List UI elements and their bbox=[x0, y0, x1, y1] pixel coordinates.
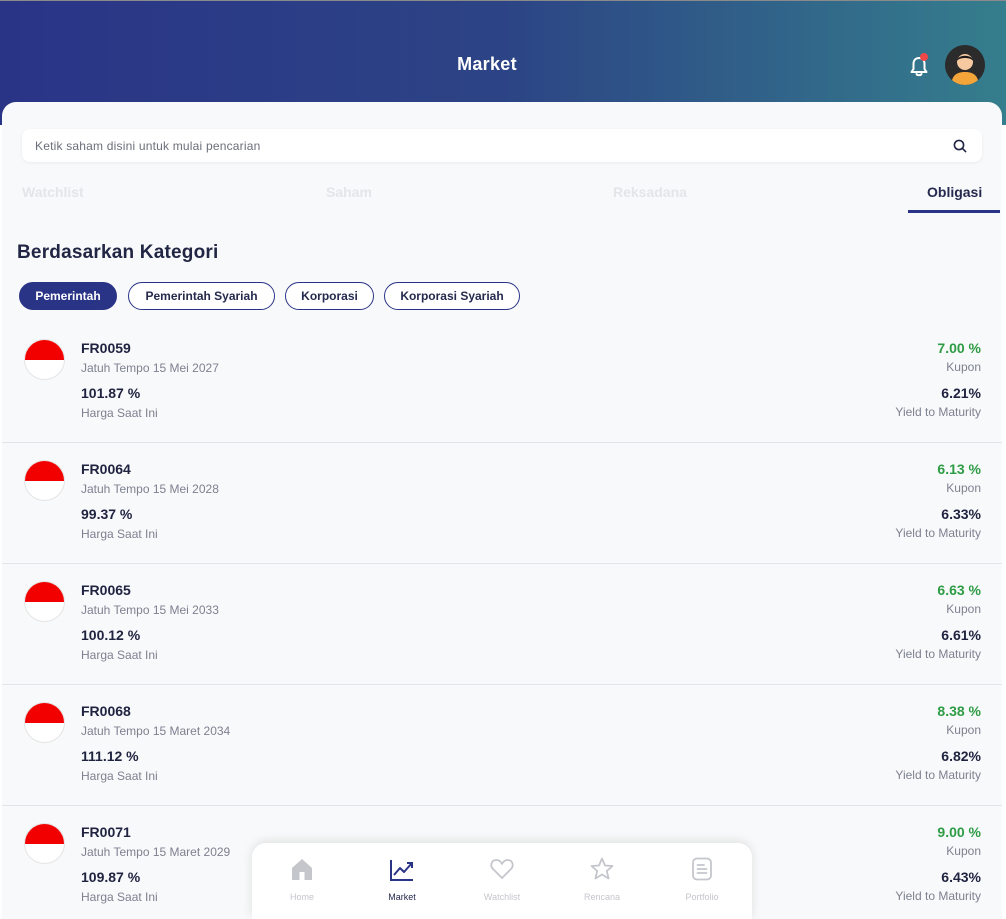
bond-coupon: 6.13 % bbox=[937, 461, 981, 477]
nav-rencana-label: Rencana bbox=[583, 892, 621, 902]
document-icon bbox=[692, 857, 712, 881]
indonesia-flag-icon bbox=[24, 581, 65, 622]
bond-maturity: Jatuh Tempo 15 Mei 2033 bbox=[81, 603, 219, 617]
bond-ytm: 6.82% bbox=[941, 748, 981, 764]
category-chip-pemerintah-syariah[interactable]: Pemerintah Syariah bbox=[128, 282, 275, 310]
bond-price-label: Harga Saat Ini bbox=[81, 890, 158, 904]
bond-price-label: Harga Saat Ini bbox=[81, 769, 158, 783]
bond-price: 109.87 % bbox=[81, 869, 141, 885]
bond-coupon-label: Kupon bbox=[946, 844, 981, 858]
indonesia-flag-icon bbox=[24, 823, 65, 864]
bond-price: 99.37 % bbox=[81, 506, 133, 522]
indonesia-flag-icon bbox=[24, 702, 65, 743]
tab-saham[interactable]: Saham bbox=[326, 184, 372, 200]
indonesia-flag-icon bbox=[24, 460, 65, 501]
bond-ytm: 6.43% bbox=[941, 869, 981, 885]
page-title: Market bbox=[457, 54, 517, 74]
bond-row[interactable]: FR0068 Jatuh Tempo 15 Maret 2034 111.12 … bbox=[2, 685, 1002, 806]
bond-ytm-label: Yield to Maturity bbox=[895, 889, 981, 903]
tab-obligasi[interactable]: Obligasi bbox=[927, 184, 982, 200]
indonesia-flag-icon bbox=[24, 339, 65, 380]
bond-maturity: Jatuh Tempo 15 Mei 2028 bbox=[81, 482, 219, 496]
bond-maturity: Jatuh Tempo 15 Maret 2029 bbox=[81, 845, 231, 859]
bond-code: FR0071 bbox=[81, 824, 131, 840]
bond-row[interactable]: FR0059 Jatuh Tempo 15 Mei 2027 101.87 % … bbox=[2, 322, 1002, 443]
category-chip-korporasi-syariah[interactable]: Korporasi Syariah bbox=[384, 282, 520, 310]
nav-portfolio-label: Portfolio bbox=[685, 892, 719, 902]
nav-home-label: Home bbox=[289, 892, 314, 902]
bond-price: 101.87 % bbox=[81, 385, 141, 401]
search-input[interactable] bbox=[35, 129, 935, 162]
bond-price: 111.12 % bbox=[81, 748, 139, 764]
bond-coupon: 8.38 % bbox=[937, 703, 981, 719]
notification-dot bbox=[920, 53, 928, 61]
star-icon bbox=[590, 857, 614, 880]
bond-ytm-label: Yield to Maturity bbox=[895, 768, 981, 782]
bond-ytm: 6.61% bbox=[941, 627, 981, 643]
bond-row[interactable]: FR0064 Jatuh Tempo 15 Mei 2028 99.37 % H… bbox=[2, 443, 1002, 564]
bond-coupon: 6.63 % bbox=[937, 582, 981, 598]
bond-coupon-label: Kupon bbox=[946, 723, 981, 737]
bottom-nav: Home Market Watchlist Rencana Portfolio bbox=[252, 843, 752, 919]
nav-market[interactable]: Market bbox=[352, 843, 452, 919]
search-icon[interactable] bbox=[952, 138, 968, 154]
bond-ytm: 6.33% bbox=[941, 506, 981, 522]
bond-coupon: 7.00 % bbox=[937, 340, 981, 356]
nav-portfolio[interactable]: Portfolio bbox=[652, 843, 752, 919]
bond-ytm: 6.21% bbox=[941, 385, 981, 401]
avatar[interactable] bbox=[945, 45, 985, 85]
bond-coupon-label: Kupon bbox=[946, 481, 981, 495]
bond-coupon-label: Kupon bbox=[946, 360, 981, 374]
active-tab-indicator bbox=[908, 210, 1000, 213]
search-bar bbox=[22, 129, 982, 162]
bond-price-label: Harga Saat Ini bbox=[81, 527, 158, 541]
bond-code: FR0065 bbox=[81, 582, 131, 598]
bond-coupon-label: Kupon bbox=[946, 602, 981, 616]
home-icon bbox=[292, 859, 312, 880]
bond-price: 100.12 % bbox=[81, 627, 141, 643]
category-chip-pemerintah[interactable]: Pemerintah bbox=[19, 282, 117, 310]
nav-market-label: Market bbox=[388, 892, 416, 902]
user-avatar-icon bbox=[945, 45, 985, 85]
bond-code: FR0068 bbox=[81, 703, 131, 719]
chart-icon bbox=[390, 860, 413, 881]
heart-icon bbox=[490, 859, 514, 879]
bond-ytm-label: Yield to Maturity bbox=[895, 405, 981, 419]
category-chip-korporasi[interactable]: Korporasi bbox=[285, 282, 374, 310]
bond-price-label: Harga Saat Ini bbox=[81, 648, 158, 662]
bond-code: FR0059 bbox=[81, 340, 131, 356]
tab-watchlist[interactable]: Watchlist bbox=[22, 184, 84, 200]
bond-code: FR0064 bbox=[81, 461, 131, 477]
bond-price-label: Harga Saat Ini bbox=[81, 406, 158, 420]
bell-icon[interactable] bbox=[906, 54, 932, 80]
nav-rencana[interactable]: Rencana bbox=[552, 843, 652, 919]
section-title: Berdasarkan Kategori bbox=[17, 242, 219, 263]
nav-watchlist[interactable]: Watchlist bbox=[452, 843, 552, 919]
nav-home[interactable]: Home bbox=[252, 843, 352, 919]
bond-ytm-label: Yield to Maturity bbox=[895, 647, 981, 661]
bond-coupon: 9.00 % bbox=[937, 824, 981, 840]
bond-maturity: Jatuh Tempo 15 Maret 2034 bbox=[81, 724, 231, 738]
bond-maturity: Jatuh Tempo 15 Mei 2027 bbox=[81, 361, 219, 375]
bond-ytm-label: Yield to Maturity bbox=[895, 526, 981, 540]
tab-reksadana[interactable]: Reksadana bbox=[613, 184, 687, 200]
content-sheet: Watchlist Saham Reksadana Obligasi Berda… bbox=[2, 102, 1002, 919]
bond-row[interactable]: FR0065 Jatuh Tempo 15 Mei 2033 100.12 % … bbox=[2, 564, 1002, 685]
nav-watchlist-label: Watchlist bbox=[483, 892, 521, 902]
